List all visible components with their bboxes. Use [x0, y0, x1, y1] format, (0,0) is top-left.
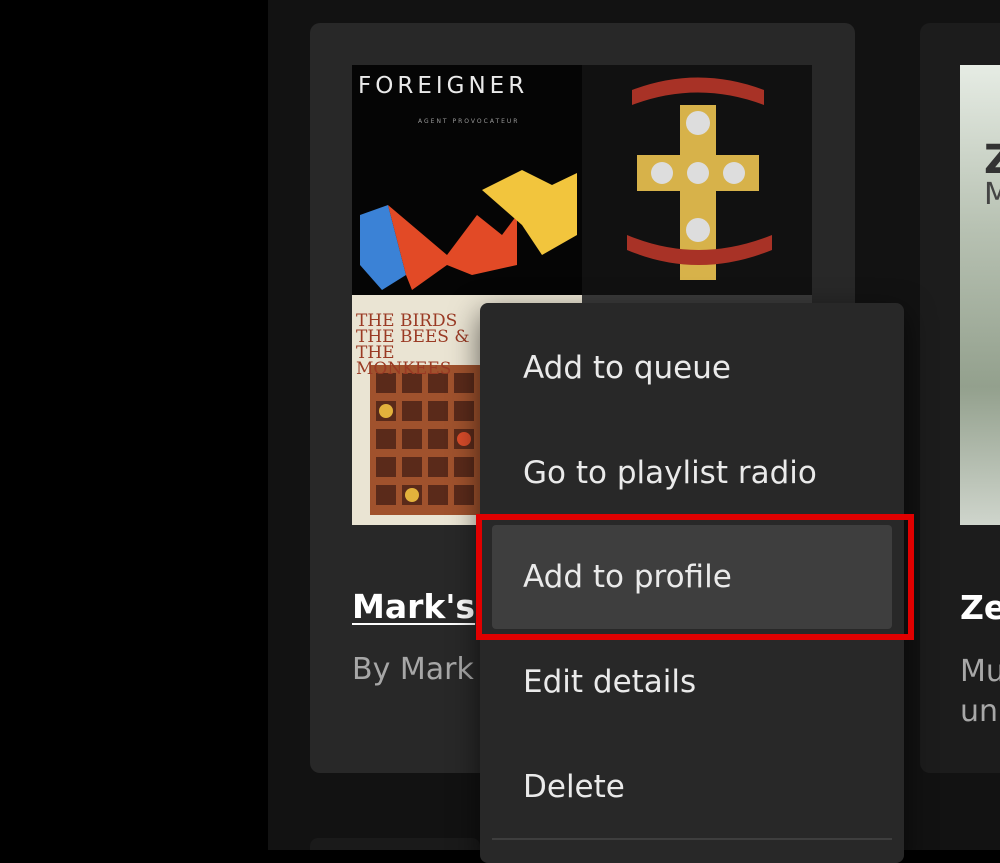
- menu-item-label: Edit details: [523, 664, 697, 700]
- guns-n-roses-cross-art: [627, 77, 772, 280]
- menu-item-delete[interactable]: Delete: [492, 735, 892, 839]
- menu-item-add-to-queue[interactable]: Add to queue: [492, 316, 892, 420]
- menu-item-label: Delete: [523, 769, 625, 805]
- next-playlist-title[interactable]: Ze: [960, 588, 1000, 627]
- next-row-card: [310, 838, 480, 850]
- next-cover-letter-m: M: [984, 177, 1000, 212]
- menu-item-go-to-playlist-radio[interactable]: Go to playlist radio: [492, 421, 892, 525]
- next-playlist-subtitle: Mu un: [960, 654, 1000, 729]
- highlight-annotation-box: [476, 514, 914, 640]
- monkees-cover-title: THE BIRDS THE BEES & THE MONKEES: [356, 311, 470, 379]
- foreigner-cover: FOREIGNER AGENT PROVOCATEUR: [352, 65, 582, 295]
- foreigner-cover-art: [360, 170, 577, 290]
- next-playlist-cover: Z M: [960, 65, 1000, 525]
- playlist-subtitle: By Mark: [352, 652, 474, 687]
- menu-item-label: Go to playlist radio: [523, 455, 817, 491]
- menu-divider: [492, 838, 892, 840]
- menu-item-label: Add to queue: [523, 350, 731, 386]
- guns-n-roses-cover: [582, 65, 812, 295]
- playlist-title-link[interactable]: Mark's: [352, 587, 475, 626]
- menu-item-edit-details[interactable]: Edit details: [492, 630, 892, 734]
